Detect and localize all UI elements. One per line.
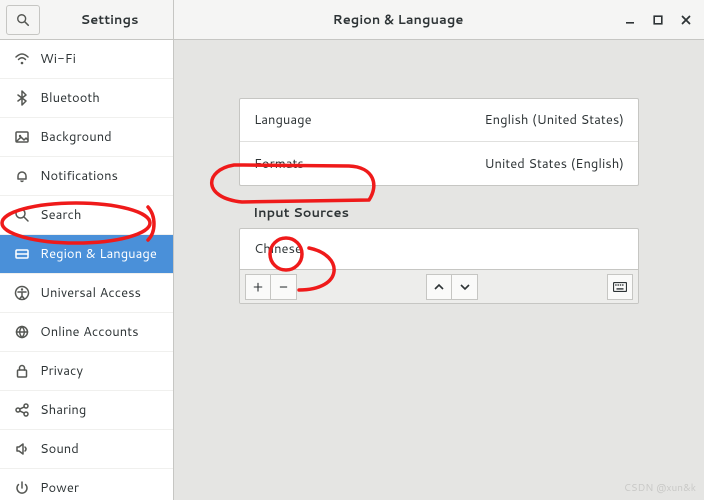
sidebar-item-label: Online Accounts xyxy=(40,323,139,341)
titlebar-left: Settings xyxy=(0,0,174,39)
sidebar-item-sharing[interactable]: Sharing xyxy=(0,391,173,430)
sidebar-item-label: Notifications xyxy=(40,167,118,185)
sidebar-item-label: Bluetooth xyxy=(40,89,100,107)
label: Language xyxy=(254,111,312,129)
maximize-icon xyxy=(653,15,663,25)
sidebar-item-label: Wi-Fi xyxy=(40,50,76,68)
power-icon xyxy=(14,480,30,496)
search-button[interactable] xyxy=(6,5,40,35)
sidebar-item-label: Sound xyxy=(40,440,79,458)
minimize-icon xyxy=(625,15,635,25)
search-icon xyxy=(14,207,30,223)
input-source-label: Chinese xyxy=(254,240,302,258)
language-row[interactable]: Language English (United States) xyxy=(240,99,638,142)
region-panel: Language English (United States) Formats… xyxy=(239,98,639,186)
sidebar-item-region[interactable]: Region & Language xyxy=(0,235,173,274)
sidebar-item-label: Universal Access xyxy=(40,284,141,302)
move-up-button[interactable] xyxy=(426,274,452,300)
region-icon xyxy=(14,246,30,262)
input-sources-panel: Chinese + − xyxy=(239,228,639,304)
input-source-row[interactable]: Chinese xyxy=(240,229,638,269)
wifi-icon xyxy=(14,51,30,67)
value: United States (English) xyxy=(484,155,624,173)
sound-icon xyxy=(14,441,30,457)
page-title: Region & Language xyxy=(174,11,622,29)
maximize-button[interactable] xyxy=(650,12,666,28)
add-input-source-button[interactable]: + xyxy=(245,274,271,300)
settings-title: Settings xyxy=(46,11,173,29)
sidebar-item-label: Region & Language xyxy=(40,245,157,263)
sidebar-item-privacy[interactable]: Privacy xyxy=(0,352,173,391)
window-controls xyxy=(622,12,704,28)
input-sources-heading: Input Sources xyxy=(239,186,639,228)
move-group xyxy=(426,274,478,300)
sidebar-item-power[interactable]: Power xyxy=(0,469,173,500)
sidebar-item-search[interactable]: Search xyxy=(0,196,173,235)
sidebar-item-background[interactable]: Background xyxy=(0,118,173,157)
online-accounts-icon xyxy=(14,324,30,340)
sidebar-item-label: Background xyxy=(40,128,112,146)
minimize-button[interactable] xyxy=(622,12,638,28)
background-icon xyxy=(14,129,30,145)
sidebar-item-ua[interactable]: Universal Access xyxy=(0,274,173,313)
sharing-icon xyxy=(14,402,30,418)
chevron-up-icon xyxy=(433,281,445,293)
value: English (United States) xyxy=(484,111,624,129)
sidebar-item-sound[interactable]: Sound xyxy=(0,430,173,469)
sidebar[interactable]: Wi-Fi Bluetooth Background Notifications Sea… xyxy=(0,40,174,500)
keyboard-layout-button[interactable] xyxy=(607,274,633,300)
label: Formats xyxy=(254,155,304,173)
sidebar-item-wifi[interactable]: Wi-Fi xyxy=(0,40,173,79)
watermark: CSDN @xun&k xyxy=(624,481,696,495)
chevron-down-icon xyxy=(459,281,471,293)
formats-row[interactable]: Formats United States (English) xyxy=(240,142,638,185)
titlebar-right: Region & Language xyxy=(174,0,704,39)
sidebar-item-bluetooth[interactable]: Bluetooth xyxy=(0,79,173,118)
sidebar-item-label: Privacy xyxy=(40,362,83,380)
notifications-icon xyxy=(14,168,30,184)
privacy-icon xyxy=(14,363,30,379)
add-remove-group: + − xyxy=(245,274,297,300)
search-icon xyxy=(16,13,30,27)
sidebar-item-online[interactable]: Online Accounts xyxy=(0,313,173,352)
sidebar-item-notifications[interactable]: Notifications xyxy=(0,157,173,196)
titlebar: Settings Region & Language xyxy=(0,0,704,40)
input-sources-toolbar: + − xyxy=(240,269,638,303)
bluetooth-icon xyxy=(14,90,30,106)
main-content: Language English (United States) Formats… xyxy=(174,40,704,500)
move-down-button[interactable] xyxy=(452,274,478,300)
remove-input-source-button[interactable]: − xyxy=(271,274,297,300)
sidebar-item-label: Sharing xyxy=(40,401,86,419)
keyboard-icon xyxy=(613,282,627,292)
sidebar-item-label: Power xyxy=(40,479,79,497)
close-icon xyxy=(681,15,691,25)
close-button[interactable] xyxy=(678,12,694,28)
universal-access-icon xyxy=(14,285,30,301)
sidebar-item-label: Search xyxy=(40,206,81,224)
